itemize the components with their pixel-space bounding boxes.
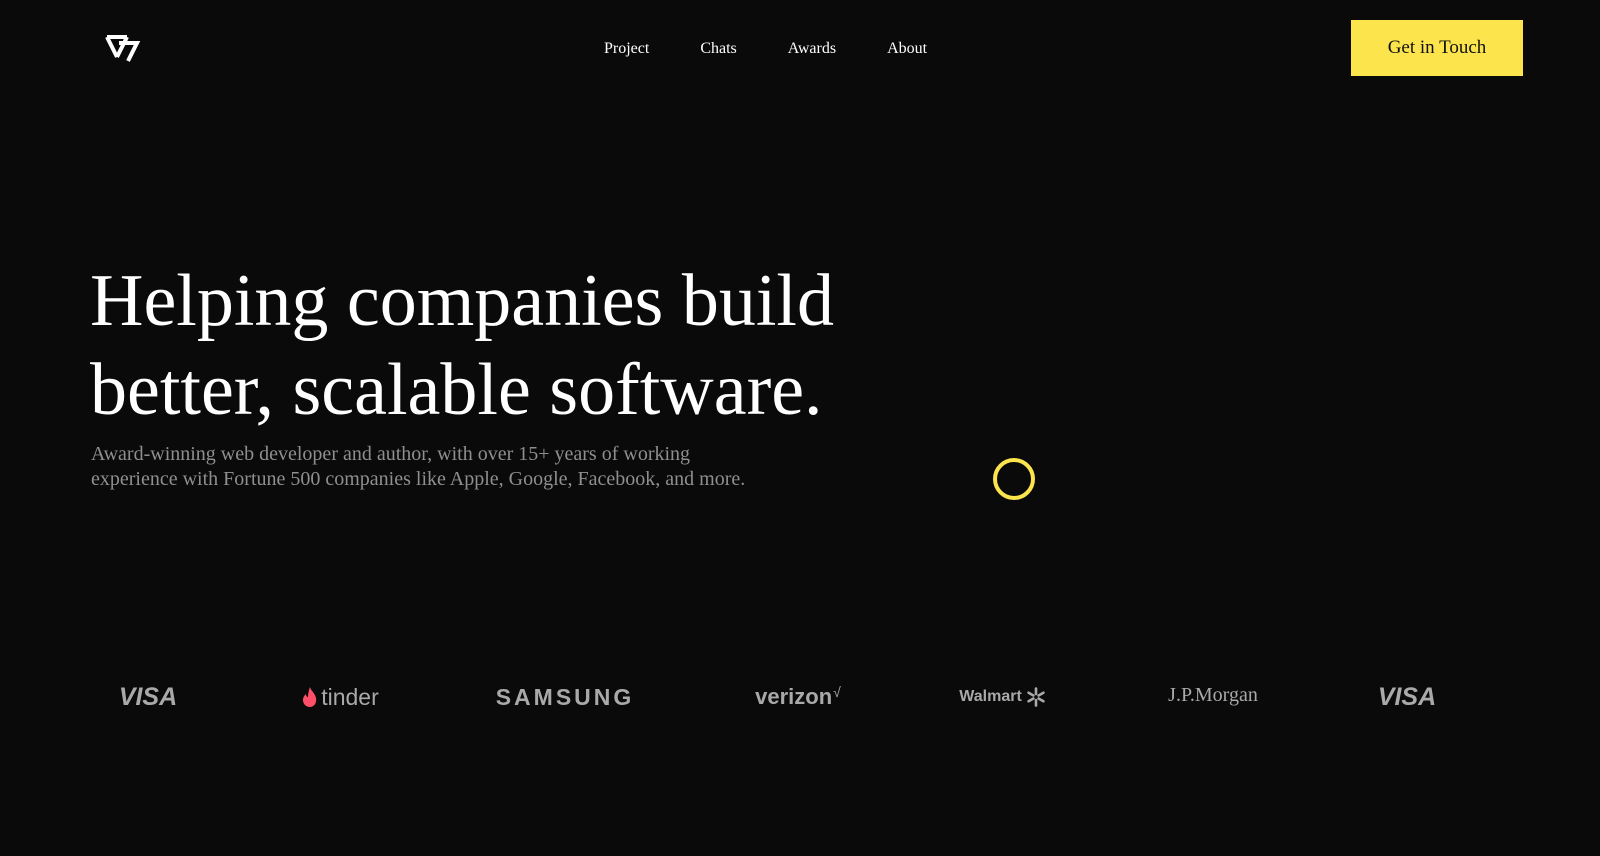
client-logo-walmart-text: Walmart: [959, 688, 1022, 705]
nav-link-about[interactable]: About: [887, 40, 927, 58]
cursor-ring-icon: [993, 458, 1035, 500]
client-logo-verizon: verizon √: [748, 682, 848, 712]
hero-subtitle: Award-winning web developer and author, …: [91, 443, 746, 490]
client-logo-walmart: Walmart: [955, 682, 1050, 712]
flame-icon: [303, 687, 317, 707]
client-logo-jpmorgan: J.P.Morgan: [1158, 680, 1268, 710]
client-logo-visa-text: VISA: [118, 682, 178, 711]
hero-title: Helping companies build better, scalable…: [90, 260, 834, 431]
client-logo-tinder-text: tinder: [321, 683, 379, 710]
client-logo-samsung-text: SAMSUNG: [495, 683, 635, 710]
client-logo-tinder: tinder: [290, 682, 390, 712]
client-logo-visa-2: VISA: [1367, 682, 1447, 712]
client-logo-visa: VISA: [108, 682, 188, 712]
main-nav: Project Chats Awards About: [604, 38, 927, 60]
client-logo-visa-2-text: VISA: [1377, 682, 1437, 711]
nav-link-awards[interactable]: Awards: [788, 40, 836, 58]
nav-link-chats[interactable]: Chats: [700, 40, 736, 58]
client-logo-jpmorgan-text: J.P.Morgan: [1168, 683, 1258, 706]
verizon-check-icon: √: [833, 684, 841, 700]
client-logo-verizon-text: verizon: [755, 684, 833, 709]
site-logo-icon[interactable]: [103, 31, 141, 64]
spark-icon: [1027, 687, 1045, 707]
get-in-touch-button[interactable]: Get in Touch: [1351, 20, 1523, 76]
nav-link-project[interactable]: Project: [604, 40, 649, 58]
client-logo-samsung: SAMSUNG: [490, 682, 640, 712]
